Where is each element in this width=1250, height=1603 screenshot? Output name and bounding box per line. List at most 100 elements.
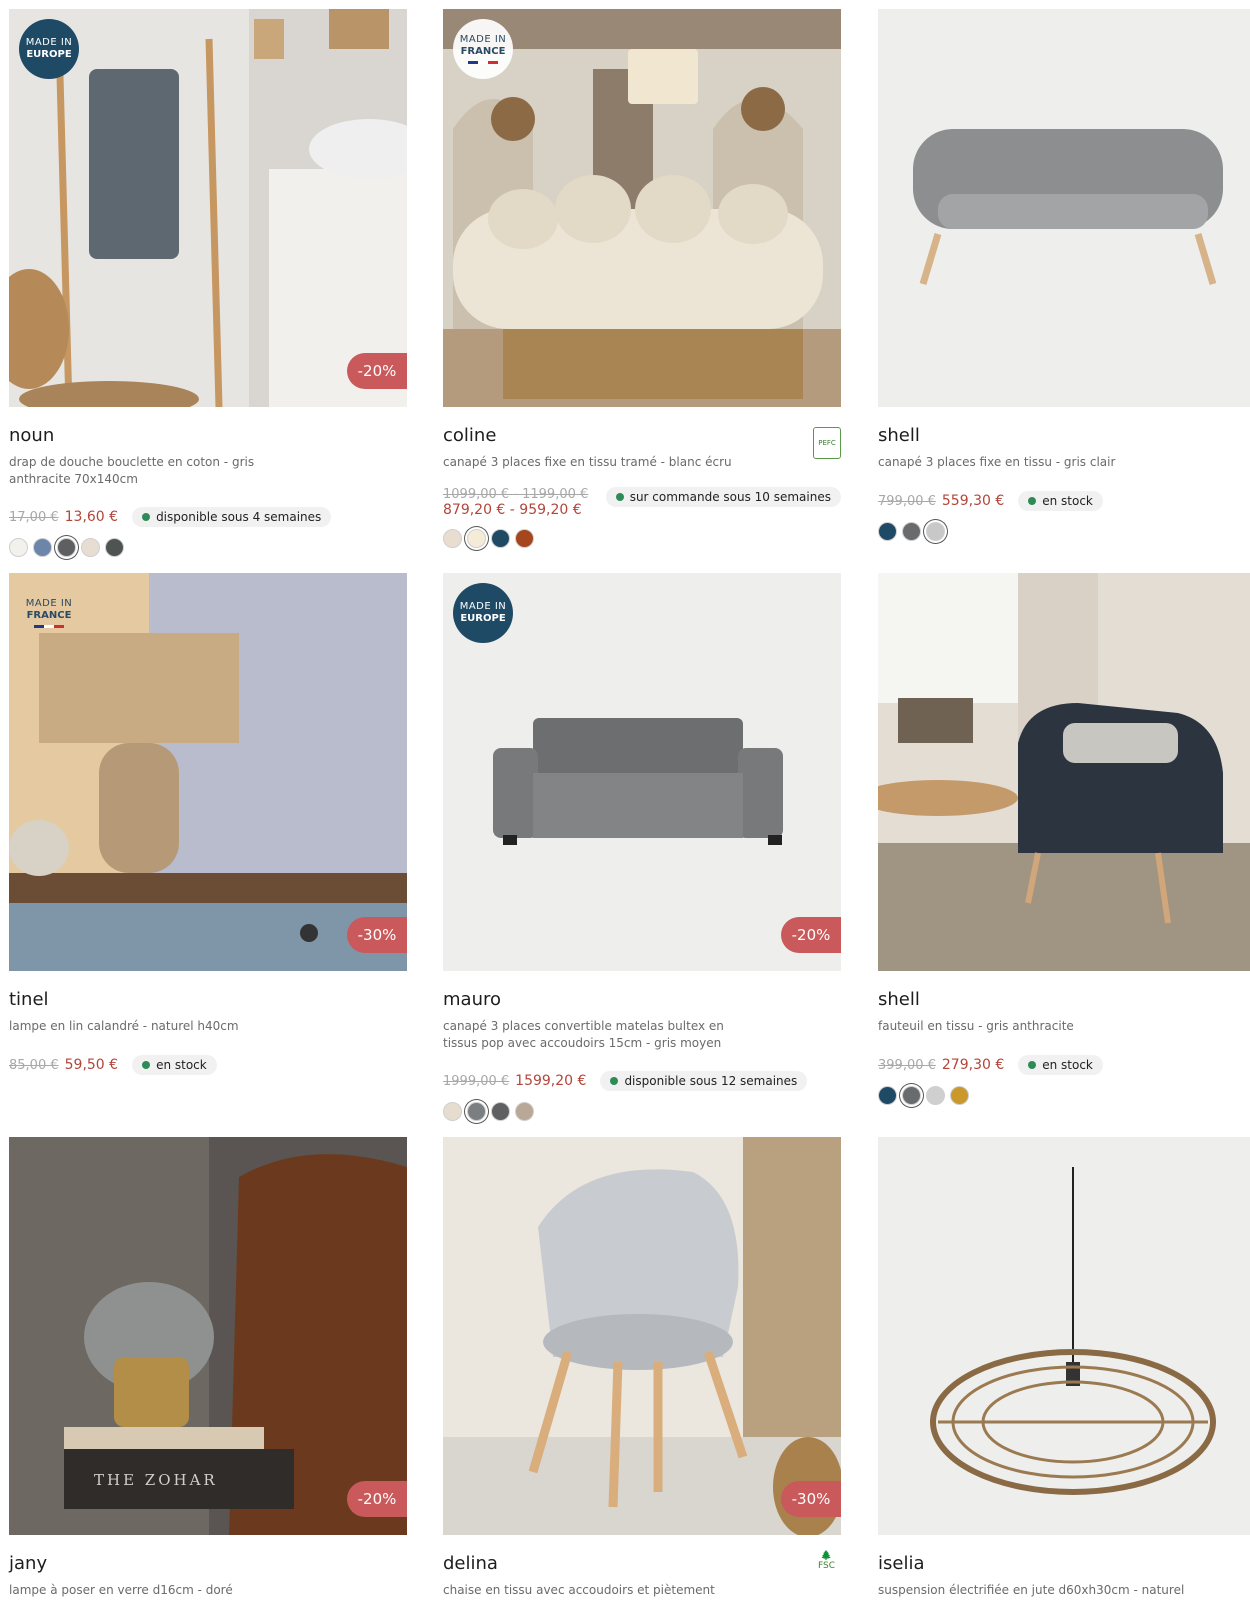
product-card[interactable]: shell fauteuil en tissu - gris anthracit… bbox=[878, 573, 1250, 1105]
made-in-europe-badge: MADE IN EUROPE bbox=[453, 583, 513, 643]
discount-badge: -30% bbox=[347, 917, 407, 953]
color-swatch-selected[interactable] bbox=[902, 1086, 921, 1105]
product-image[interactable] bbox=[878, 1137, 1250, 1535]
current-price: 13,60 € bbox=[64, 509, 119, 525]
product-card[interactable]: THE ZOHAR -20% jany lampe à poser en ver… bbox=[9, 1137, 407, 1599]
color-swatch[interactable] bbox=[9, 538, 28, 557]
made-in-europe-badge: MADE IN EUROPE bbox=[19, 19, 79, 79]
color-swatch[interactable] bbox=[515, 1102, 534, 1121]
product-image[interactable]: MADE IN EUROPE -20% bbox=[443, 573, 841, 971]
product-description: drap de douche bouclette en coton - gris… bbox=[9, 455, 255, 486]
color-swatch[interactable] bbox=[878, 522, 897, 541]
product-name[interactable]: delina bbox=[443, 1553, 841, 1574]
color-swatch-selected[interactable] bbox=[926, 522, 945, 541]
product-card[interactable]: MADE IN FRANCE -30% tinel lampe en lin c… bbox=[9, 573, 407, 1076]
made-in-france-badge: MADE IN FRANCE bbox=[453, 19, 513, 79]
old-price: 85,00 € bbox=[9, 1057, 59, 1073]
stock-status: en stock bbox=[1018, 491, 1103, 511]
color-swatch[interactable] bbox=[950, 1086, 969, 1105]
product-description: lampe en lin calandré - naturel h40cm bbox=[9, 1019, 239, 1033]
color-swatches bbox=[878, 522, 1250, 541]
product-image[interactable] bbox=[878, 9, 1250, 407]
product-image[interactable]: MADE IN FRANCE bbox=[443, 9, 841, 407]
product-image[interactable]: MADE IN FRANCE -30% bbox=[9, 573, 407, 971]
product-description: lampe à poser en verre d16cm - doré bbox=[9, 1583, 233, 1597]
product-card[interactable]: MADE IN EUROPE -20% noun drap de douche … bbox=[9, 9, 407, 557]
color-swatch[interactable] bbox=[491, 529, 510, 548]
product-card[interactable]: MADE IN EUROPE -20% mauro canapé 3 place… bbox=[443, 573, 841, 1121]
made-in-france-badge: MADE IN FRANCE bbox=[19, 583, 79, 643]
product-name[interactable]: jany bbox=[9, 1553, 407, 1574]
color-swatch[interactable] bbox=[443, 1102, 462, 1121]
color-swatch-selected[interactable] bbox=[467, 529, 486, 548]
product-name[interactable]: noun bbox=[9, 425, 407, 446]
pefc-certification-icon: PEFC bbox=[813, 427, 841, 459]
old-price: 1999,00 € bbox=[443, 1073, 510, 1089]
product-description: canapé 3 places fixe en tissu tramé - bl… bbox=[443, 455, 732, 469]
product-card[interactable]: -30% 🌲 FSC delina chaise en tissu avec ac… bbox=[443, 1137, 841, 1599]
product-name[interactable]: mauro bbox=[443, 989, 841, 1010]
color-swatch[interactable] bbox=[902, 522, 921, 541]
color-swatches bbox=[443, 529, 841, 548]
stock-dot-icon bbox=[1028, 497, 1037, 505]
product-name[interactable]: shell bbox=[878, 425, 1250, 446]
color-swatch[interactable] bbox=[926, 1086, 945, 1105]
color-swatch-selected[interactable] bbox=[57, 538, 76, 557]
product-image[interactable]: MADE IN EUROPE -20% bbox=[9, 9, 407, 407]
price-row: 85,00 € 59,50 € en stock bbox=[9, 1054, 407, 1076]
old-price: 399,00 € bbox=[878, 1057, 936, 1073]
stock-dot-icon bbox=[1028, 1061, 1037, 1069]
color-swatch[interactable] bbox=[33, 538, 52, 557]
product-image[interactable]: THE ZOHAR -20% bbox=[9, 1137, 407, 1535]
product-card[interactable]: MADE IN FRANCE PEFC coline canapé 3 plac… bbox=[443, 9, 841, 548]
product-description: chaise en tissu avec accoudoirs et piète… bbox=[443, 1583, 715, 1597]
old-price: 799,00 € bbox=[878, 493, 936, 509]
product-description: fauteuil en tissu - gris anthracite bbox=[878, 1019, 1074, 1033]
current-price: 1599,20 € bbox=[515, 1073, 587, 1089]
discount-badge: -30% bbox=[781, 1481, 841, 1517]
product-description: suspension électrifiée en jute d60xh30cm… bbox=[878, 1583, 1185, 1597]
product-name[interactable]: shell bbox=[878, 989, 1250, 1010]
book-title-text: THE ZOHAR bbox=[94, 1471, 218, 1489]
price-row: 1999,00 € 1599,20 € disponible sous 12 s… bbox=[443, 1070, 841, 1092]
stock-dot-icon bbox=[610, 1077, 619, 1085]
color-swatch[interactable] bbox=[105, 538, 124, 557]
color-swatches bbox=[9, 538, 407, 557]
stock-status: disponible sous 4 semaines bbox=[132, 507, 332, 527]
discount-badge: -20% bbox=[347, 353, 407, 389]
stock-dot-icon bbox=[615, 493, 624, 501]
old-price: 17,00 € bbox=[9, 509, 59, 525]
discount-badge: -20% bbox=[347, 1481, 407, 1517]
stock-status: en stock bbox=[132, 1055, 217, 1075]
product-card[interactable]: iselia suspension électrifiée en jute d6… bbox=[878, 1137, 1250, 1599]
color-swatch[interactable] bbox=[515, 529, 534, 548]
stock-status: sur commande sous 10 semaines bbox=[605, 487, 841, 507]
price-row: 399,00 € 279,30 € en stock bbox=[878, 1054, 1250, 1076]
current-price: 559,30 € bbox=[941, 493, 1005, 509]
fsc-certification-icon: 🌲 FSC bbox=[817, 1551, 835, 1571]
color-swatch[interactable] bbox=[878, 1086, 897, 1105]
color-swatch[interactable] bbox=[81, 538, 100, 557]
product-name[interactable]: coline bbox=[443, 425, 841, 446]
color-swatches bbox=[443, 1102, 841, 1121]
stock-status: disponible sous 12 semaines bbox=[600, 1071, 808, 1091]
price-row: 1099,00 € - 1199,00 € 879,20 € - 959,20 … bbox=[443, 487, 841, 523]
stock-dot-icon bbox=[142, 1061, 151, 1069]
product-image[interactable]: -30% bbox=[443, 1137, 841, 1535]
product-name[interactable]: tinel bbox=[9, 989, 407, 1010]
color-swatch[interactable] bbox=[491, 1102, 510, 1121]
product-card[interactable]: shell canapé 3 places fixe en tissu - gr… bbox=[878, 9, 1250, 541]
stock-status: en stock bbox=[1018, 1055, 1103, 1075]
current-price: 59,50 € bbox=[64, 1057, 119, 1073]
current-price: 279,30 € bbox=[941, 1057, 1005, 1073]
product-name[interactable]: iselia bbox=[878, 1553, 1250, 1574]
stock-dot-icon bbox=[142, 513, 151, 521]
color-swatches bbox=[878, 1086, 1250, 1105]
discount-badge: -20% bbox=[781, 917, 841, 953]
product-description: canapé 3 places convertible matelas bult… bbox=[443, 1019, 724, 1050]
price-row: 17,00 € 13,60 € disponible sous 4 semain… bbox=[9, 506, 407, 528]
color-swatch-selected[interactable] bbox=[467, 1102, 486, 1121]
price-row: 799,00 € 559,30 € en stock bbox=[878, 490, 1250, 512]
product-image[interactable] bbox=[878, 573, 1250, 971]
color-swatch[interactable] bbox=[443, 529, 462, 548]
